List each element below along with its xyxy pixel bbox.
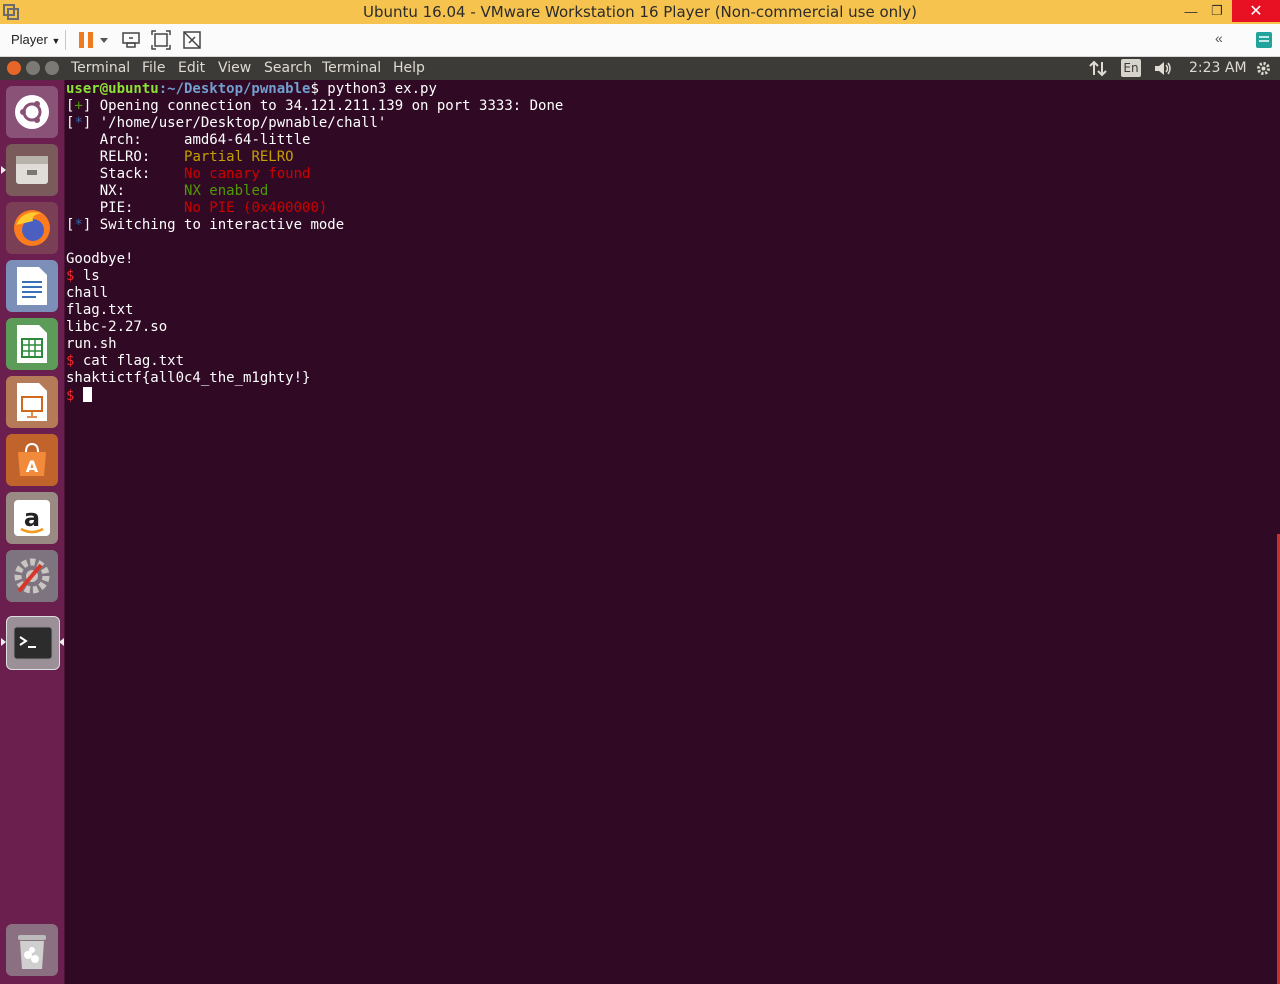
terminal-maximize-icon[interactable]: [45, 61, 59, 75]
status-star: [*]: [66, 217, 100, 233]
menu-help[interactable]: Help: [393, 60, 425, 76]
pie-label: PIE:: [66, 200, 185, 216]
toolbar-divider: [65, 30, 66, 50]
command-ls: ls: [74, 268, 100, 284]
keyboard-layout-indicator[interactable]: En: [1121, 59, 1141, 77]
ls-output-line: flag.txt: [66, 302, 134, 318]
ls-output-line: run.sh: [66, 336, 117, 352]
text-cursor: [82, 387, 92, 402]
shell-prompt: $: [66, 388, 75, 404]
relro-value: Partial RELRO: [184, 149, 294, 165]
binary-path-line: '/home/user/Desktop/pwnable/chall': [99, 115, 387, 131]
fullscreen-icon[interactable]: [150, 29, 172, 51]
firefox-icon[interactable]: [6, 202, 58, 254]
ls-output-line: chall: [66, 285, 109, 301]
minimize-icon[interactable]: —: [1178, 0, 1204, 22]
pause-icon[interactable]: [75, 29, 97, 51]
prompt-dollar: $: [310, 81, 319, 97]
library-icon[interactable]: [1253, 29, 1275, 51]
menu-search[interactable]: Search: [264, 60, 312, 76]
terminal-close-icon[interactable]: [7, 61, 21, 75]
relro-label: RELRO:: [66, 149, 185, 165]
terminal-minimize-icon[interactable]: [26, 61, 40, 75]
player-menu-button[interactable]: Player ▼: [11, 32, 60, 47]
ubuntu-dash-icon[interactable]: [6, 86, 58, 138]
unity-launcher: A a: [0, 80, 65, 984]
svg-text:a: a: [24, 504, 40, 532]
collapse-toolbar-icon[interactable]: «: [1215, 30, 1223, 46]
prompt-user: user@ubuntu: [66, 81, 159, 97]
impress-icon[interactable]: [6, 376, 58, 428]
stack-label: Stack:: [66, 166, 185, 182]
files-icon[interactable]: [6, 144, 58, 196]
stack-value: No canary found: [184, 166, 311, 182]
menu-file[interactable]: File: [142, 60, 165, 76]
status-plus: [+]: [66, 98, 100, 114]
restore-icon[interactable]: ❐: [1204, 0, 1230, 22]
calc-icon[interactable]: [6, 318, 58, 370]
volume-icon[interactable]: [1153, 60, 1173, 77]
chevron-down-icon: ▼: [51, 36, 61, 46]
goodbye-line: Goodbye!: [66, 251, 134, 267]
ls-output-line: libc-2.27.so: [66, 319, 168, 335]
player-menu-label: Player: [11, 32, 48, 47]
ubuntu-top-panel: Terminal File Edit View Search Terminal …: [0, 57, 1280, 80]
flag-output: shaktictf{all0c4_the_m1ghty!}: [66, 370, 311, 386]
terminal-output: user@ubuntu:~/Desktop/pwnable$ python3 e…: [66, 81, 1280, 405]
unity-mode-icon[interactable]: [181, 29, 203, 51]
close-icon[interactable]: ✕: [1232, 0, 1280, 22]
status-star: [*]: [66, 115, 100, 131]
send-ctrl-alt-del-icon[interactable]: [120, 29, 142, 51]
arch-label: Arch:: [66, 132, 185, 148]
interactive-mode-line: Switching to interactive mode: [99, 217, 345, 233]
amazon-icon[interactable]: a: [6, 492, 58, 544]
window-title: Ubuntu 16.04 - VMware Workstation 16 Pla…: [362, 3, 918, 21]
nx-label: NX:: [66, 183, 185, 199]
nx-value: NX enabled: [184, 183, 269, 199]
terminal-window[interactable]: user@ubuntu:~/Desktop/pwnable$ python3 e…: [66, 81, 1280, 984]
pie-value: No PIE (0x400000): [184, 200, 328, 216]
vmware-toolbar: Player ▼ «: [0, 24, 1280, 57]
network-icon[interactable]: [1089, 60, 1107, 77]
prompt-path: :~/Desktop/pwnable: [158, 81, 311, 97]
terminal-icon[interactable]: [6, 616, 60, 670]
clock[interactable]: 2:23 AM: [1189, 60, 1247, 76]
menu-terminal[interactable]: Terminal: [322, 60, 381, 76]
svg-text:A: A: [26, 457, 39, 476]
vmware-title-bar: Ubuntu 16.04 - VMware Workstation 16 Pla…: [0, 0, 1280, 24]
gear-icon[interactable]: [1255, 60, 1272, 77]
system-settings-icon[interactable]: [6, 550, 58, 602]
arch-value: amd64-64-little: [184, 132, 311, 148]
menu-edit[interactable]: Edit: [178, 60, 205, 76]
menu-view[interactable]: View: [218, 60, 251, 76]
software-center-icon[interactable]: A: [6, 434, 58, 486]
trash-icon[interactable]: [6, 924, 58, 976]
dropdown-arrow-icon[interactable]: [97, 29, 111, 51]
writer-icon[interactable]: [6, 260, 58, 312]
open-connection-line: Opening connection to 34.121.211.139 on …: [99, 98, 564, 114]
command-cat: cat flag.txt: [74, 353, 185, 369]
menu-app-terminal[interactable]: Terminal: [71, 60, 130, 76]
command-python: python3 ex.py: [318, 81, 437, 97]
